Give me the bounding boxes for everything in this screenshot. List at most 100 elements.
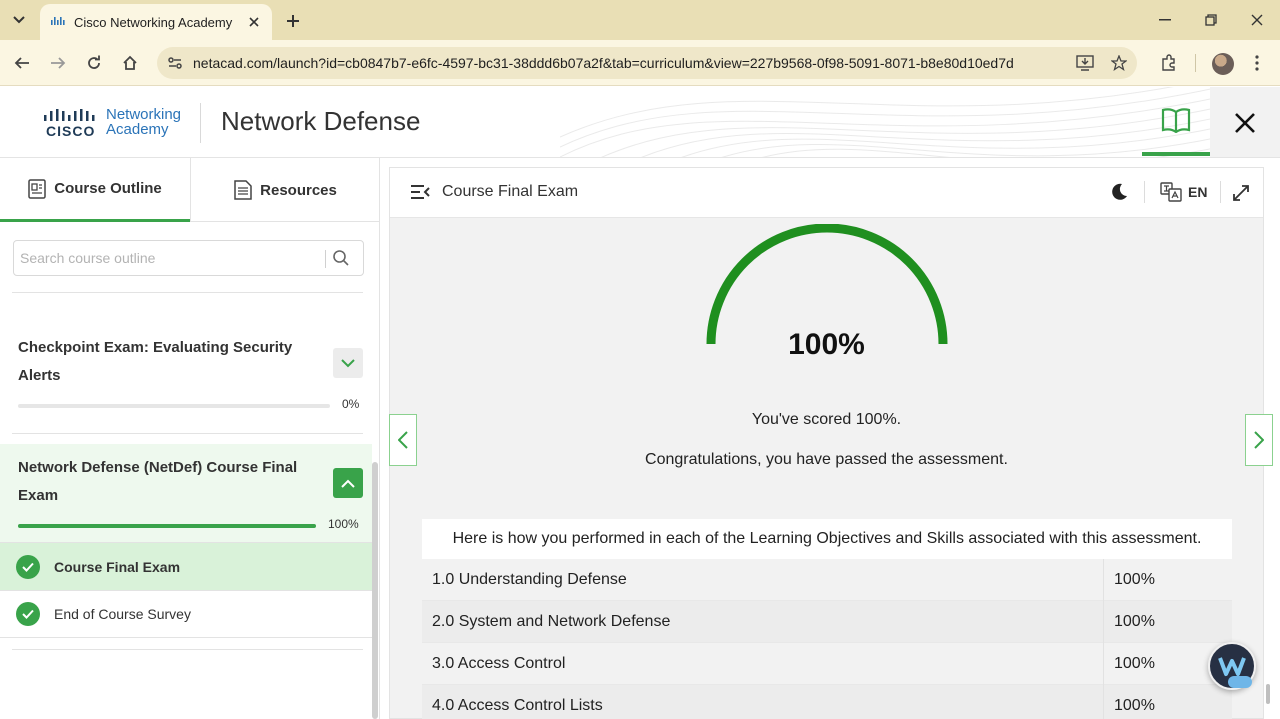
- search-separator: [325, 250, 326, 268]
- document-icon: [234, 180, 252, 200]
- chevron-left-icon: [398, 431, 408, 449]
- minimize-icon: [1159, 19, 1171, 21]
- close-course-button[interactable]: [1210, 87, 1280, 157]
- section-title: Network Defense (NetDef) Course Final Ex…: [18, 459, 298, 504]
- search-icon: [333, 250, 349, 266]
- cisco-bridge-icon: [44, 109, 95, 121]
- score-percentage: 100%: [788, 328, 865, 361]
- home-button[interactable]: [117, 50, 143, 76]
- dark-mode-toggle[interactable]: [1110, 183, 1128, 206]
- menu-collapse-icon: [411, 185, 430, 199]
- language-selector[interactable]: EN: [1160, 182, 1207, 202]
- close-icon: [1251, 14, 1263, 26]
- language-code: EN: [1188, 184, 1208, 200]
- header-divider: [200, 103, 201, 143]
- close-window-button[interactable]: [1234, 0, 1280, 40]
- objective-name: 4.0 Access Control Lists: [422, 684, 1104, 719]
- table-row: 1.0 Understanding Defense 100%: [422, 558, 1232, 601]
- table-row: 4.0 Access Control Lists 100%: [422, 684, 1232, 719]
- logo-cisco-text: CISCO: [46, 123, 96, 139]
- minimize-button[interactable]: [1142, 0, 1188, 40]
- outline-section-final-exam[interactable]: Network Defense (NetDef) Course Final Ex…: [0, 444, 372, 542]
- objective-name: 3.0 Access Control: [422, 642, 1104, 685]
- divider: [12, 292, 363, 293]
- course-sidebar: Course Outline Resources Checkpoint Exam…: [0, 158, 380, 719]
- arrow-right-icon: [51, 57, 66, 69]
- browser-toolbar: netacad.com/launch?id=cb0847b7-e6fc-4597…: [0, 40, 1280, 86]
- tab-title: Cisco Networking Academy: [74, 14, 233, 30]
- chevron-down-icon: [13, 16, 25, 24]
- section-progress-bar: [18, 404, 330, 408]
- toggle-outline-button[interactable]: [410, 184, 430, 205]
- moon-icon: [1112, 183, 1127, 200]
- completed-check-icon: [16, 602, 40, 626]
- browser-menu-button[interactable]: [1244, 50, 1270, 76]
- address-bar[interactable]: netacad.com/launch?id=cb0847b7-e6fc-4597…: [157, 47, 1137, 79]
- collapse-section-button[interactable]: [333, 468, 363, 498]
- pass-message: Congratulations, you have passed the ass…: [645, 451, 1008, 468]
- site-info-icon[interactable]: [167, 55, 183, 71]
- forward-button[interactable]: [45, 50, 71, 76]
- profile-avatar[interactable]: [1212, 53, 1234, 75]
- exam-results-panel: Course Final Exam EN 100% You've scored …: [389, 167, 1264, 719]
- search-button[interactable]: [332, 249, 350, 272]
- assistant-logo-icon: [1218, 657, 1246, 676]
- outline-search: [13, 240, 364, 276]
- chevron-up-icon: [341, 479, 355, 488]
- restore-button[interactable]: [1188, 0, 1234, 40]
- tab-resources[interactable]: Resources: [191, 158, 380, 222]
- content-toolbar: Course Final Exam EN: [390, 168, 1263, 218]
- open-book-icon: [1161, 107, 1191, 133]
- toolbar-divider: [1195, 54, 1196, 72]
- outline-item-course-final-exam[interactable]: Course Final Exam: [0, 542, 372, 590]
- cisco-favicon-icon: [51, 17, 65, 25]
- next-page-button[interactable]: [1245, 414, 1273, 466]
- assistant-badge: [1228, 676, 1252, 688]
- tab-course-outline[interactable]: Course Outline: [0, 158, 190, 222]
- logo-academy-text: Networking Academy: [106, 106, 182, 138]
- course-book-button[interactable]: [1142, 87, 1210, 156]
- puzzle-icon: [1162, 54, 1175, 71]
- tab-close-icon[interactable]: [244, 12, 264, 32]
- chevron-right-icon: [1254, 431, 1264, 449]
- outline-section-checkpoint[interactable]: Checkpoint Exam: Evaluating Security Ale…: [0, 334, 372, 434]
- section-progress-bar: [18, 524, 316, 528]
- table-row: 2.0 System and Network Defense 100%: [422, 600, 1232, 643]
- section-progress-label: 0%: [342, 397, 360, 411]
- back-button[interactable]: [9, 50, 35, 76]
- browser-tab-strip: Cisco Networking Academy: [0, 0, 1280, 40]
- browser-tab[interactable]: Cisco Networking Academy: [40, 4, 272, 40]
- score-message: You've scored 100%.: [751, 411, 902, 428]
- bookmark-star-icon[interactable]: [1109, 53, 1129, 73]
- objective-score: 100%: [1114, 654, 1155, 672]
- sidebar-tabs: Course Outline Resources: [0, 158, 380, 222]
- networking-academy-logo[interactable]: CISCO Networking Academy: [44, 107, 194, 141]
- divider: [12, 433, 363, 434]
- install-app-icon[interactable]: [1075, 53, 1095, 73]
- toolbar-divider: [1144, 181, 1145, 203]
- url-text[interactable]: netacad.com/launch?id=cb0847b7-e6fc-4597…: [193, 55, 1073, 71]
- outline-item-end-of-course-survey[interactable]: End of Course Survey: [0, 590, 372, 638]
- objective-name: 2.0 System and Network Defense: [422, 600, 1104, 643]
- tab-resources-label: Resources: [260, 181, 337, 199]
- search-input[interactable]: [20, 245, 320, 271]
- divider: [12, 649, 363, 650]
- section-progress-label: 100%: [328, 517, 359, 531]
- fullscreen-button[interactable]: [1232, 184, 1250, 207]
- reload-icon: [88, 55, 100, 69]
- expand-section-button[interactable]: [333, 348, 363, 378]
- previous-page-button[interactable]: [389, 414, 417, 466]
- new-tab-button[interactable]: [280, 8, 306, 34]
- sidebar-scrollbar[interactable]: [372, 462, 378, 719]
- content-scrollbar[interactable]: [1266, 684, 1270, 704]
- tab-search-button[interactable]: [6, 8, 32, 32]
- toolbar-divider: [1220, 181, 1221, 203]
- expand-icon: [1233, 185, 1249, 201]
- course-title: Network Defense: [221, 106, 421, 136]
- restore-icon: [1205, 14, 1217, 26]
- arrow-left-icon: [14, 57, 29, 69]
- extensions-button[interactable]: [1156, 50, 1182, 76]
- reload-button[interactable]: [81, 50, 107, 76]
- outline-icon: [28, 178, 46, 199]
- completed-check-icon: [16, 554, 40, 579]
